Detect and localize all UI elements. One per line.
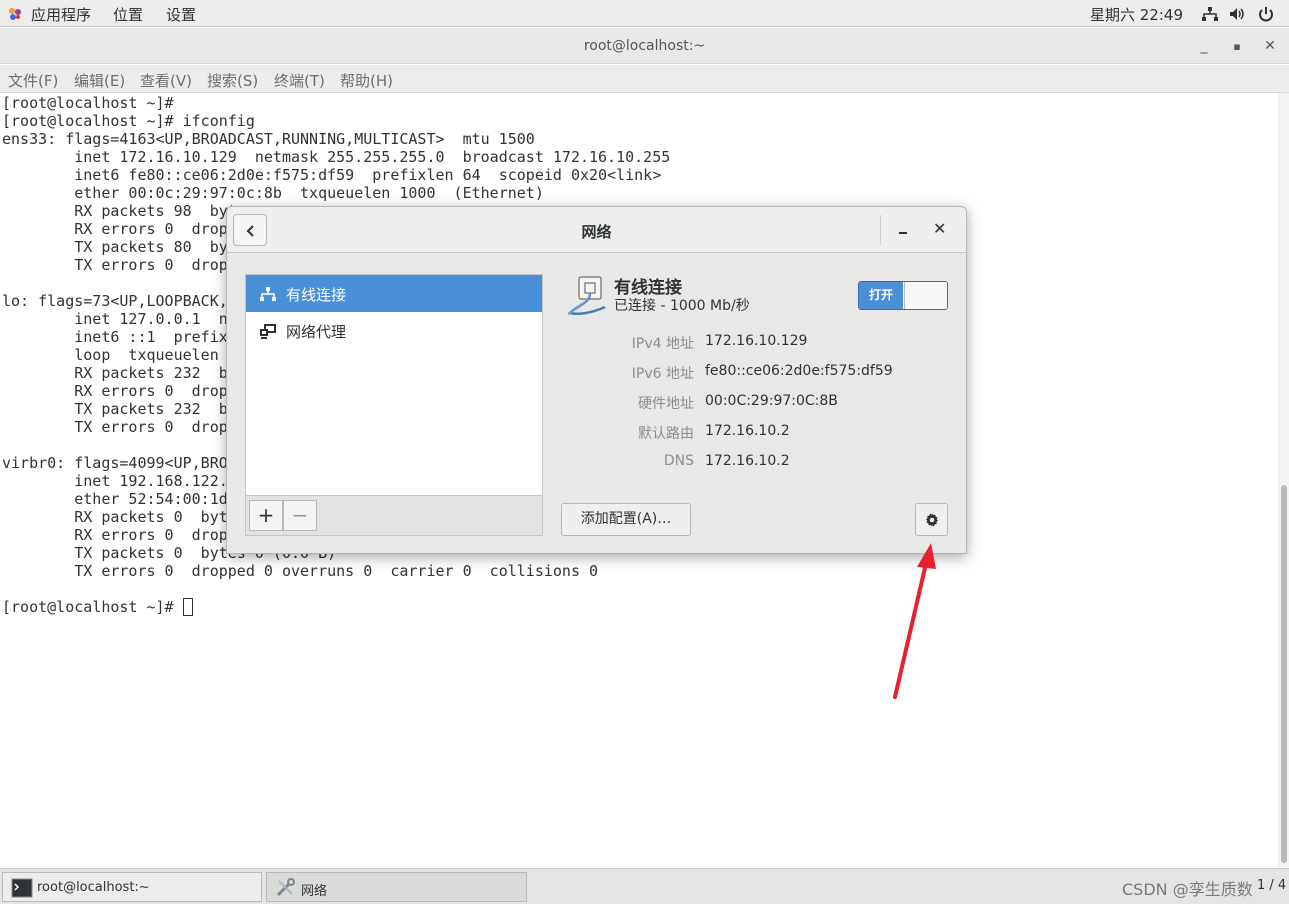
list-item-proxy[interactable]: 网络代理 [246,312,542,349]
proxy-icon [260,324,276,339]
watermark: CSDN @孪生质数 [1122,880,1253,899]
network-dialog-header[interactable]: 网络 ✕ [227,207,966,253]
terminal-line: TX packets 232 b [2,400,228,418]
applications-menu[interactable]: 应用程序 [31,4,91,25]
terminal-line: virbr0: flags=4099<UP,BRO [2,454,228,472]
terminal-line: [root@localhost ~]# ifconfig [2,112,255,130]
toggle-knob[interactable] [904,282,947,309]
close-button[interactable]: ✕ [1262,38,1278,54]
terminal-line: ens33: flags=4163<UP,BROADCAST,RUNNING,M… [2,130,535,148]
terminal-line: lo: flags=73<UP,LOOPBACK, [2,292,228,310]
applications-menu-icon[interactable] [7,6,23,22]
prop-key-mac: 硬件地址 [638,396,694,412]
task-network[interactable]: 网络 [266,872,527,902]
close-icon[interactable]: ✕ [933,219,946,238]
terminal-line: inet6 ::1 prefix [2,328,228,346]
tools-icon [276,878,295,897]
list-item-wired[interactable]: 有线连接 [246,275,542,312]
maximize-button[interactable]: ▪ [1229,40,1245,53]
connection-toggle[interactable]: 打开 [858,281,948,310]
add-profile-button[interactable]: 添加配置(A)… [561,503,691,536]
prop-value-dns: 172.16.10.2 [705,453,790,469]
menu-help[interactable]: 帮助(H) [340,70,393,91]
network-status-icon[interactable] [1201,5,1219,23]
prop-value-ipv4: 172.16.10.129 [705,333,808,349]
gear-icon [926,513,938,527]
network-device-list: 有线连接 网络代理 [245,274,543,496]
terminal-titlebar[interactable]: root@localhost:~ _ ▪ ✕ [0,28,1289,64]
scrollbar-thumb[interactable] [1281,485,1287,863]
remove-connection-button[interactable]: − [283,500,317,531]
ethernet-cable-icon [567,276,606,316]
prop-key-ipv4: IPv4 地址 [631,336,694,352]
add-connection-button[interactable]: + [249,500,283,531]
terminal-line: RX errors 0 drop [2,220,228,238]
list-item-label: 网络代理 [286,323,347,341]
terminal-line: inet6 fe80::ce06:2d0e:f575:df59 prefixle… [2,166,662,184]
header-separator [880,215,881,245]
prop-key-ipv6: IPv6 地址 [631,366,694,382]
terminal-prompt: [root@localhost ~]# [2,598,183,616]
terminal-line: RX errors 0 drop [2,382,228,400]
settings-button[interactable] [915,503,948,536]
terminal-title: root@localhost:~ [583,38,706,54]
workspace-indicator[interactable]: 1 / 4 [1257,878,1286,893]
task-network-label: 网络 [301,884,328,899]
network-dialog-title: 网络 [581,223,612,241]
list-toolbar: + − [245,495,543,536]
menu-search[interactable]: 搜索(S) [207,70,258,91]
terminal-line: TX errors 0 drop [2,418,228,436]
network-dialog: 网络 ✕ 有线连接 网络代理 + − 有线连接 已连接 - 1000 Mb/秒 … [226,206,967,554]
terminal-line: RX packets 0 byt [2,508,228,526]
minimize-button[interactable]: _ [1196,38,1212,54]
terminal-line: ether 00:0c:29:97:0c:8b txqueuelen 1000 … [2,184,544,202]
terminal-line: inet 192.168.122. [2,472,228,490]
terminal-prompt-line: [root@localhost ~]# [2,598,193,616]
menu-view[interactable]: 查看(V) [140,70,192,91]
terminal-line: TX errors 0 dropped 0 overruns 0 carrier… [2,562,599,580]
wired-network-icon [260,287,276,301]
terminal-line: RX packets 232 b [2,364,228,382]
clock[interactable]: 星期六 22:49 [1090,4,1183,25]
terminal-icon [11,878,33,898]
places-menu[interactable]: 位置 [113,4,143,25]
terminal-scrollbar[interactable] [1278,93,1289,868]
list-item-label: 有线连接 [286,286,347,304]
toggle-on-label: 打开 [859,282,903,309]
prop-value-gateway: 172.16.10.2 [705,423,790,439]
terminal-line: inet 127.0.0.1 n [2,310,228,328]
terminal-line: [root@localhost ~]# [2,94,174,112]
power-icon[interactable] [1257,5,1275,23]
terminal-line: RX packets 98 byt [2,202,237,220]
terminal-line: TX errors 0 drop [2,256,228,274]
terminal-line: loop txqueuelen [2,346,219,364]
terminal-line: inet 172.16.10.129 netmask 255.255.255.0… [2,148,671,166]
prop-value-ipv6: fe80::ce06:2d0e:f575:df59 [705,363,893,379]
annotation-arrow [893,543,936,699]
terminal-line: RX errors 0 drop [2,526,228,544]
terminal-menubar: 文件(F) 编辑(E) 查看(V) 搜索(S) 终端(T) 帮助(H) [0,65,1289,93]
task-terminal-label: root@localhost:~ [37,880,150,895]
terminal-line: TX packets 80 by [2,238,228,256]
taskbar: root@localhost:~ 网络 1 / 4 [0,868,1289,904]
volume-icon[interactable] [1228,5,1246,23]
menu-terminal[interactable]: 终端(T) [274,70,325,91]
settings-menu[interactable]: 设置 [166,4,196,25]
prop-key-gateway: 默认路由 [638,426,694,442]
menu-file[interactable]: 文件(F) [8,70,58,91]
terminal-cursor [182,598,193,616]
menu-edit[interactable]: 编辑(E) [74,70,125,91]
terminal-line: ether 52:54:00:1d [2,490,228,508]
minimize-icon[interactable] [895,221,911,237]
connection-status: 已连接 - 1000 Mb/秒 [614,298,750,314]
prop-key-dns: DNS [663,453,694,469]
task-terminal[interactable]: root@localhost:~ [2,872,262,902]
top-panel: 应用程序 位置 设置 星期六 22:49 [0,0,1289,27]
prop-value-mac: 00:0C:29:97:0C:8B [705,393,838,409]
